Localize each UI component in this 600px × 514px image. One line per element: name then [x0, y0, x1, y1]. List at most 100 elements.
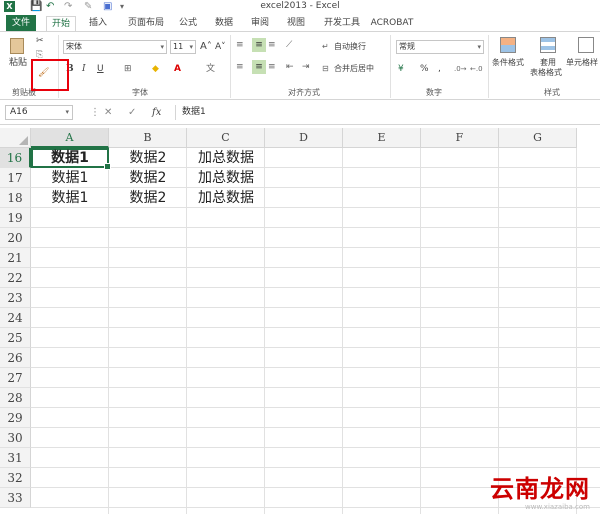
- column-header-b[interactable]: B: [109, 128, 187, 148]
- row-header-26[interactable]: 26: [0, 348, 31, 368]
- insert-function-button[interactable]: fx: [152, 105, 161, 120]
- row-header-32[interactable]: 32: [0, 468, 31, 488]
- align-center-icon[interactable]: ≡: [252, 60, 266, 74]
- row-header-24[interactable]: 24: [0, 308, 31, 328]
- increase-indent-icon[interactable]: ⇥: [302, 60, 310, 74]
- number-group-label: 数字: [426, 88, 442, 97]
- font-size-select[interactable]: 11 ▾: [170, 40, 196, 54]
- name-box[interactable]: A16 ▾: [5, 105, 73, 120]
- column-header-g[interactable]: G: [499, 128, 577, 148]
- tab-page-layout[interactable]: 页面布局: [122, 16, 170, 31]
- row-header-18[interactable]: 18: [0, 188, 31, 208]
- chevron-down-icon: ▾: [477, 43, 481, 51]
- tab-home[interactable]: 开始: [46, 16, 76, 31]
- gridline-horizontal: [31, 287, 600, 288]
- cancel-icon[interactable]: ✕: [104, 105, 112, 120]
- row-header-29[interactable]: 29: [0, 408, 31, 428]
- align-right-icon[interactable]: ≡: [268, 60, 276, 74]
- row-header-27[interactable]: 27: [0, 368, 31, 388]
- table-format-icon[interactable]: [540, 37, 556, 53]
- formula-bar: A16 ▾ ⋮ ✕ ✓ fx 数据1: [0, 100, 600, 125]
- select-all-button[interactable]: [0, 128, 31, 148]
- cell-a16[interactable]: 数据1: [31, 148, 111, 170]
- row-header-28[interactable]: 28: [0, 388, 31, 408]
- orientation-icon[interactable]: ⟋: [286, 38, 292, 52]
- borders-icon[interactable]: ⊞: [124, 62, 132, 76]
- column-header-c[interactable]: C: [187, 128, 265, 148]
- row-header-19[interactable]: 19: [0, 208, 31, 228]
- alignment-group-label: 对齐方式: [288, 88, 320, 97]
- row-header-20[interactable]: 20: [0, 228, 31, 248]
- decrease-decimal-icon[interactable]: ←.0: [470, 62, 483, 76]
- align-bottom-icon[interactable]: ≡: [268, 38, 276, 52]
- cell-b17[interactable]: 数据2: [109, 168, 187, 188]
- worksheet-grid[interactable]: ABCDEFG 16 17 18 19 20 21 22 23 24 25 26 27 28 29 30 31…: [0, 128, 600, 514]
- cell-c17[interactable]: 加总数据: [187, 168, 265, 188]
- gridline-horizontal: [31, 387, 600, 388]
- merge-center-button[interactable]: 合并后居中: [334, 62, 374, 76]
- row-header-17[interactable]: 17: [0, 168, 31, 188]
- column-header-e[interactable]: E: [343, 128, 421, 148]
- row-header-33[interactable]: 33: [0, 488, 31, 508]
- underline-button[interactable]: U: [97, 62, 104, 76]
- cell-styles-button[interactable]: 单元格样: [566, 56, 598, 70]
- tab-review[interactable]: 审阅: [246, 16, 274, 31]
- row-header-23[interactable]: 23: [0, 288, 31, 308]
- column-header-d[interactable]: D: [265, 128, 343, 148]
- align-left-icon[interactable]: ≡: [236, 60, 244, 74]
- merge-icon[interactable]: ⊟: [322, 62, 329, 76]
- conditional-format-button[interactable]: 条件格式: [492, 56, 524, 70]
- align-middle-icon[interactable]: ≡: [252, 38, 266, 52]
- formula-input[interactable]: 数据1: [175, 105, 600, 120]
- cell-b16[interactable]: 数据2: [109, 148, 187, 168]
- cell-c16[interactable]: 加总数据: [187, 148, 265, 168]
- grow-font-icon[interactable]: A˄: [200, 40, 212, 54]
- currency-icon[interactable]: ¥: [398, 62, 404, 76]
- increase-decimal-icon[interactable]: .0→: [454, 62, 467, 76]
- font-color-icon[interactable]: A: [174, 62, 181, 76]
- row-header-30[interactable]: 30: [0, 428, 31, 448]
- conditional-format-icon[interactable]: [500, 37, 516, 53]
- gridline-horizontal: [31, 467, 600, 468]
- row-header-22[interactable]: 22: [0, 268, 31, 288]
- chevron-down-icon: ▾: [65, 108, 69, 116]
- gridline-horizontal: [31, 307, 600, 308]
- wrap-text-button[interactable]: 自动换行: [334, 40, 366, 54]
- column-header-a[interactable]: A: [31, 128, 109, 148]
- gridline-vertical: [342, 148, 343, 514]
- paste-icon[interactable]: [10, 38, 24, 54]
- gridline-horizontal: [31, 507, 600, 508]
- shrink-font-icon[interactable]: A˅: [215, 40, 226, 54]
- cell-a18[interactable]: 数据1: [31, 188, 109, 208]
- decrease-indent-icon[interactable]: ⇤: [286, 60, 294, 74]
- comma-button[interactable]: ,: [438, 62, 441, 76]
- row-header-16[interactable]: 16: [0, 148, 31, 168]
- cell-styles-icon[interactable]: [578, 37, 594, 53]
- tab-insert[interactable]: 插入: [84, 16, 112, 31]
- number-format-select[interactable]: 常规 ▾: [396, 40, 484, 54]
- tab-view[interactable]: 视图: [282, 16, 310, 31]
- cell-c18[interactable]: 加总数据: [187, 188, 265, 208]
- paste-button[interactable]: 粘贴: [9, 56, 27, 70]
- row-header-25[interactable]: 25: [0, 328, 31, 348]
- tab-acrobat[interactable]: ACROBAT: [370, 16, 414, 31]
- row-header-21[interactable]: 21: [0, 248, 31, 268]
- fill-color-icon[interactable]: ◆: [152, 62, 159, 76]
- tab-data[interactable]: 数据: [210, 16, 238, 31]
- enter-icon[interactable]: ✓: [128, 105, 136, 120]
- cut-icon[interactable]: ✂: [36, 34, 44, 48]
- cell-b18[interactable]: 数据2: [109, 188, 187, 208]
- wrap-text-icon[interactable]: ↵: [322, 40, 329, 54]
- percent-button[interactable]: %: [420, 62, 429, 76]
- column-header-f[interactable]: F: [421, 128, 499, 148]
- font-name-select[interactable]: 宋体 ▾: [63, 40, 167, 54]
- tab-developer[interactable]: 开发工具: [318, 16, 366, 31]
- tab-formulas[interactable]: 公式: [174, 16, 202, 31]
- align-top-icon[interactable]: ≡: [236, 38, 244, 52]
- cell-a17[interactable]: 数据1: [31, 168, 109, 188]
- table-format-label-2[interactable]: 表格格式: [530, 66, 562, 80]
- row-header-31[interactable]: 31: [0, 448, 31, 468]
- italic-button[interactable]: I: [82, 62, 86, 76]
- tab-file[interactable]: 文件: [6, 15, 36, 31]
- phonetic-icon[interactable]: 文: [206, 62, 215, 76]
